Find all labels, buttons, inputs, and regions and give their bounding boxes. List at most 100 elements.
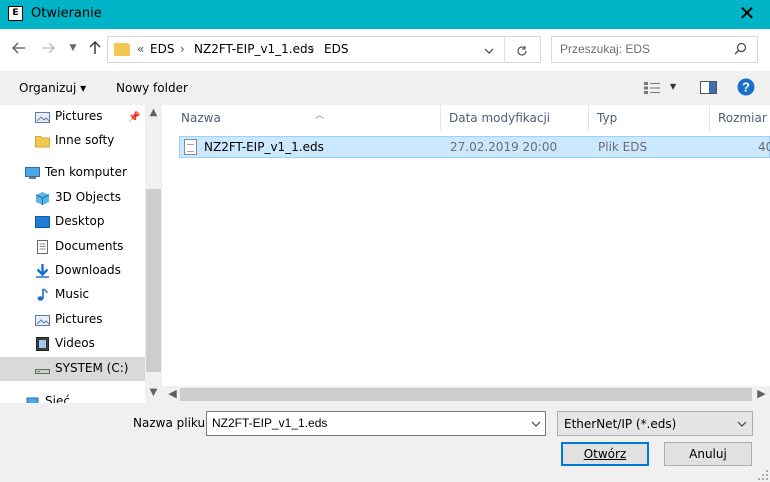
arrow-right-icon	[42, 42, 55, 54]
pictures-icon	[35, 112, 50, 123]
nav-item-label: Sieć	[45, 394, 70, 403]
file-name: NZ2FT-EIP_v1_1.eds	[204, 140, 324, 154]
column-header-label: Rozmiar	[718, 111, 767, 125]
drive-icon	[35, 369, 50, 374]
breadcrumb-separator[interactable]: ›	[180, 42, 185, 56]
nav-item-music[interactable]: Music	[0, 283, 145, 307]
help-icon: ?	[737, 78, 755, 96]
view-options-button[interactable]: ▼	[643, 81, 677, 97]
chevron-down-icon: ▼	[69, 43, 77, 53]
address-bar[interactable]: « EDS › NZ2FT-EIP_v1_1.eds › EDS	[107, 36, 541, 63]
cube-icon	[35, 192, 50, 205]
cancel-button-label: Anuluj	[689, 447, 727, 461]
breadcrumb-eds-current[interactable]: EDS	[324, 42, 348, 56]
help-button[interactable]: ?	[737, 78, 755, 96]
svg-text:?: ?	[742, 80, 750, 95]
nav-item-pictures-quick[interactable]: Pictures 📌	[0, 105, 145, 129]
address-row: ▼ « EDS › NZ2FT-EIP_v1_1.eds › EDS	[0, 29, 770, 71]
title-bar: E Otwieranie ✕	[0, 0, 770, 29]
filename-input[interactable]	[212, 416, 512, 430]
close-button[interactable]: ✕	[724, 0, 770, 29]
up-button[interactable]	[84, 37, 106, 61]
arrow-left-icon	[12, 42, 25, 54]
desktop-icon	[35, 216, 50, 228]
filename-combobox[interactable]	[206, 411, 546, 436]
nav-item-videos[interactable]: Videos	[0, 332, 145, 356]
nav-scrollbar[interactable]: ▲ ▼	[145, 105, 162, 403]
organize-button[interactable]: Organizuj ▾	[19, 81, 86, 95]
nav-item-desktop[interactable]: Desktop	[0, 210, 145, 234]
scroll-up-arrow-icon[interactable]: ▲	[145, 107, 162, 118]
toolbar: Organizuj ▾ Nowy folder ▼ ?	[0, 71, 770, 105]
open-button[interactable]: Otwórz	[561, 442, 649, 466]
address-dropdown-button[interactable]	[480, 41, 498, 57]
window-title: Otwieranie	[31, 6, 102, 21]
refresh-button[interactable]	[512, 40, 532, 61]
search-input[interactable]	[560, 42, 720, 56]
open-button-label: Otwórz	[583, 447, 627, 461]
new-folder-button[interactable]: Nowy folder	[116, 81, 188, 95]
breadcrumb-nz2ft-folder[interactable]: NZ2FT-EIP_v1_1.eds	[194, 42, 314, 56]
navigation-pane: Pictures 📌 Inne softy Ten komputer 3D Ob…	[0, 105, 162, 403]
nav-item-label: Music	[55, 287, 90, 301]
column-header-type[interactable]: Typ	[590, 105, 710, 131]
breadcrumb-separator[interactable]: ›	[310, 42, 315, 56]
column-header-label: Typ	[597, 111, 618, 125]
scrollbar-thumb[interactable]	[146, 189, 161, 372]
scroll-down-arrow-icon[interactable]: ▼	[145, 387, 162, 398]
file-type-filter[interactable]: EtherNet/IP (*.eds)	[557, 411, 753, 436]
divider	[504, 37, 505, 62]
horizontal-scrollbar[interactable]: ◀ ▶	[162, 386, 770, 403]
nav-item-this-pc[interactable]: Ten komputer	[0, 161, 145, 185]
nav-item-network[interactable]: Sieć	[0, 390, 145, 403]
scroll-left-arrow-icon[interactable]: ◀	[164, 387, 181, 400]
chevron-down-icon: ▼	[670, 82, 677, 91]
document-icon	[37, 240, 48, 254]
resize-grip-icon[interactable]	[758, 470, 768, 480]
cancel-button[interactable]: Anuluj	[664, 442, 752, 466]
column-header-label: Data modyfikacji	[449, 111, 551, 125]
scroll-right-arrow-icon[interactable]: ▶	[753, 387, 770, 400]
file-row[interactable]: NZ2FT-EIP_v1_1.eds 27.02.2019 20:00 Plik…	[179, 136, 770, 158]
network-icon	[26, 397, 39, 403]
computer-icon	[25, 167, 40, 179]
nav-item-downloads[interactable]: Downloads	[0, 259, 145, 283]
nav-item-label: Pictures	[55, 109, 103, 123]
column-header-modified[interactable]: Data modyfikacji	[442, 105, 589, 131]
download-icon	[36, 264, 49, 278]
arrow-up-icon	[89, 41, 101, 54]
pictures-icon	[35, 315, 50, 326]
music-icon	[37, 288, 48, 301]
column-header-label: Nazwa	[181, 111, 221, 125]
nav-item-inne-softy[interactable]: Inne softy	[0, 129, 145, 153]
column-header-name[interactable]: Nazwa ︿	[174, 105, 441, 131]
nav-item-label: Pictures	[55, 312, 103, 326]
nav-item-label: Downloads	[55, 263, 121, 277]
search-box[interactable]	[551, 36, 758, 63]
back-button[interactable]	[8, 37, 30, 61]
nav-item-label: Ten komputer	[45, 165, 127, 179]
forward-button[interactable]	[37, 37, 59, 61]
refresh-icon	[517, 46, 527, 56]
details-view-icon	[644, 82, 660, 94]
preview-pane-button[interactable]	[700, 81, 718, 95]
breadcrumb-eds-root[interactable]: EDS	[150, 42, 174, 56]
nav-item-label: Desktop	[55, 214, 105, 228]
chevron-down-icon	[484, 48, 494, 54]
pin-icon[interactable]: 📌	[128, 112, 140, 123]
sort-ascending-icon: ︿	[315, 111, 325, 121]
column-header-size[interactable]: Rozmiar	[711, 105, 770, 131]
recent-locations-button[interactable]: ▼	[62, 37, 84, 61]
nav-item-system-c[interactable]: SYSTEM (C:)	[0, 357, 145, 381]
nav-item-documents[interactable]: Documents	[0, 235, 145, 259]
breadcrumb-overflow[interactable]: «	[137, 42, 144, 56]
chevron-down-icon[interactable]	[531, 416, 541, 430]
nav-item-label: Videos	[55, 336, 95, 350]
nav-item-label: SYSTEM (C:)	[55, 361, 129, 375]
nav-item-3d-objects[interactable]: 3D Objects	[0, 186, 145, 210]
file-icon	[184, 139, 197, 155]
preview-pane-icon	[700, 81, 717, 94]
scrollbar-thumb[interactable]	[180, 388, 752, 401]
nav-item-pictures[interactable]: Pictures	[0, 308, 145, 332]
file-type: Plik EDS	[598, 140, 648, 154]
